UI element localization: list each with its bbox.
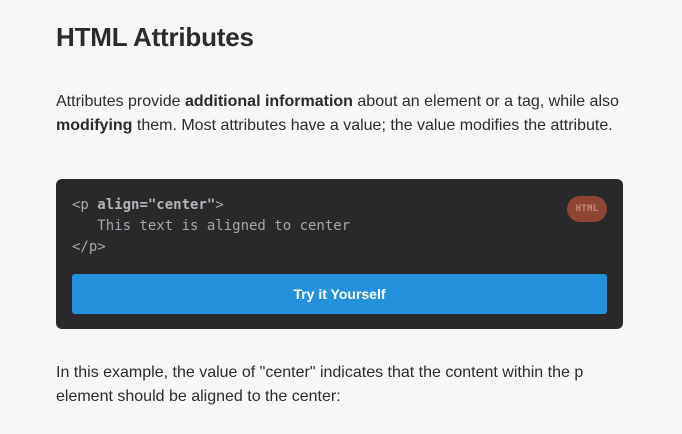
code-snippet: <p align="center"> This text is aligned …: [72, 195, 350, 258]
intro-text-part2: about an element or a tag, while also: [352, 93, 619, 110]
intro-paragraph: Attributes provide additional informatio…: [56, 90, 626, 138]
intro-text-part1: Attributes provide: [56, 93, 185, 110]
code-line2: This text is aligned to center: [72, 218, 351, 234]
explanation-paragraph: In this example, the value of "center" i…: [56, 364, 584, 405]
intro-text-part3: them. Most attributes have a value; the …: [132, 117, 613, 134]
code-example-box: <p align="center"> This text is aligned …: [56, 179, 623, 329]
try-it-yourself-button[interactable]: Try it Yourself: [72, 274, 607, 314]
intro-bold-additional-information: additional information: [184, 93, 353, 110]
intro-bold-modifying: modifying: [56, 117, 133, 134]
code-line1-attribute: align="center": [97, 197, 216, 213]
page-title: HTML Attributes: [56, 22, 254, 52]
language-badge: HTML: [567, 196, 607, 222]
code-line1-open: <p: [72, 197, 98, 213]
code-line1-close: >: [215, 197, 224, 213]
code-line3: </p>: [72, 239, 106, 255]
